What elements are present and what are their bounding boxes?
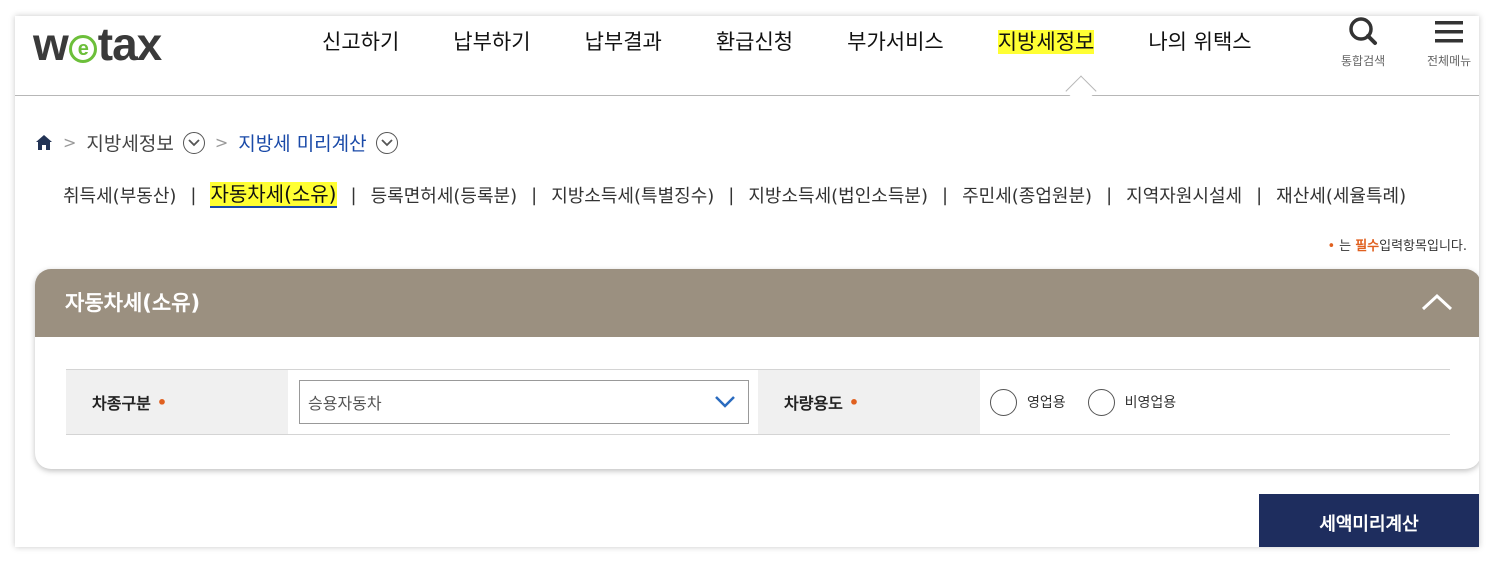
vehicle-usage-label: 차량용도 • <box>758 370 980 434</box>
tab-property-tax-special[interactable]: 재산세(세율특례) <box>1276 182 1406 208</box>
panel-header: 자동차세(소유) <box>35 269 1479 337</box>
required-mark: • <box>848 392 860 412</box>
tab-divider: | <box>1256 184 1263 206</box>
nav-item-pay[interactable]: 납부하기 <box>453 24 530 60</box>
breadcrumb-level1[interactable]: 지방세정보 <box>86 129 173 156</box>
radio-button[interactable] <box>1087 388 1115 416</box>
form-row: 차종구분 • 승용자동차 차량용도 • 영업용 비영업용 <box>66 369 1450 435</box>
site-header: w e tax 신고하기 납부하기 납부결과 환급신청 부가서비스 지방세정보 나의… <box>15 16 1479 96</box>
required-field-note: • 는 필수입력항목입니다. <box>1327 239 1467 254</box>
vehicle-type-select[interactable]: 승용자동차 <box>299 380 749 424</box>
vehicle-type-label: 차종구분 • <box>66 370 288 434</box>
calculator-panel: 자동차세(소유) 차종구분 • 승용자동차 차량용도 • 영업용 비영업용 <box>35 269 1479 469</box>
chevron-down-icon <box>188 138 200 146</box>
logo-text-tax: tax <box>97 18 162 70</box>
required-mark: • <box>156 392 168 412</box>
search-button[interactable]: 통합검색 <box>1341 16 1385 69</box>
breadcrumb-current[interactable]: 지방세 미리계산 <box>238 129 366 156</box>
tab-divider: | <box>350 184 357 206</box>
nav-item-extra-service[interactable]: 부가서비스 <box>847 24 944 60</box>
nav-item-refund[interactable]: 환급신청 <box>716 24 793 60</box>
all-menu-button[interactable]: 전체메뉴 <box>1427 16 1471 69</box>
nav-item-pay-result[interactable]: 납부결과 <box>585 24 662 60</box>
calculate-tax-button[interactable]: 세액미리계산 <box>1259 494 1479 547</box>
usage-non-business-radio[interactable]: 비영업용 <box>1087 388 1176 416</box>
tab-local-income-tax-corporate[interactable]: 지방소득세(법인소득분) <box>748 182 928 208</box>
search-label: 통합검색 <box>1341 54 1386 68</box>
tab-regional-resource-tax[interactable]: 지역자원시설세 <box>1126 182 1242 208</box>
breadcrumb-level2-dropdown[interactable] <box>375 131 398 154</box>
tab-divider: | <box>531 184 538 206</box>
chevron-down-icon <box>380 138 393 146</box>
breadcrumb: > 지방세정보 > 지방세 미리계산 <box>35 129 398 156</box>
vehicle-type-cell: 승용자동차 <box>288 370 758 434</box>
breadcrumb-level1-dropdown[interactable] <box>182 131 205 154</box>
tab-acquisition-tax[interactable]: 취득세(부동산) <box>63 182 176 208</box>
wetax-logo[interactable]: w e tax <box>33 18 162 70</box>
vehicle-type-selected-value: 승용자동차 <box>308 394 382 413</box>
chevron-right-icon: > <box>63 133 77 152</box>
tax-type-tabs: 취득세(부동산) | 자동차세(소유) | 등록면허세(등록분) | 지방소득세… <box>63 182 1406 208</box>
tab-local-income-tax-withholding[interactable]: 지방소득세(특별징수) <box>551 182 714 208</box>
chevron-right-icon: > <box>214 133 229 152</box>
tab-divider: | <box>728 184 735 206</box>
chevron-up-icon <box>1421 293 1453 311</box>
nav-item-local-tax-info[interactable]: 지방세정보 <box>997 24 1095 60</box>
home-icon[interactable] <box>35 134 53 151</box>
chevron-down-icon <box>715 396 735 408</box>
logo-e-circle: e <box>68 35 97 63</box>
radio-button[interactable] <box>990 388 1017 416</box>
tab-divider: | <box>1106 184 1113 206</box>
main-nav: 신고하기 납부하기 납부결과 환급신청 부가서비스 지방세정보 나의 위택스 <box>322 24 1306 60</box>
tab-registration-license-tax[interactable]: 등록면허세(등록분) <box>371 182 518 208</box>
all-menu-label: 전체메뉴 <box>1427 54 1472 68</box>
page-frame: w e tax 신고하기 납부하기 납부결과 환급신청 부가서비스 지방세정보 나의… <box>15 16 1479 547</box>
hamburger-menu-icon <box>1435 21 1464 43</box>
nav-item-report[interactable]: 신고하기 <box>322 24 399 60</box>
panel-title: 자동차세(소유) <box>65 291 201 315</box>
logo-text-w: w <box>33 18 69 70</box>
tab-resident-tax-employee[interactable]: 주민세(종업원분) <box>962 182 1092 208</box>
tab-automobile-tax[interactable]: 자동차세(소유) <box>210 182 337 208</box>
collapse-button[interactable] <box>1419 287 1455 317</box>
usage-business-radio[interactable]: 영업용 <box>990 388 1066 416</box>
nav-item-my-wetax[interactable]: 나의 위택스 <box>1148 24 1251 60</box>
tab-divider: | <box>942 184 949 206</box>
tab-divider: | <box>190 184 197 206</box>
vehicle-usage-radio-group: 영업용 비영업용 <box>980 370 1198 434</box>
search-icon <box>1349 17 1378 45</box>
